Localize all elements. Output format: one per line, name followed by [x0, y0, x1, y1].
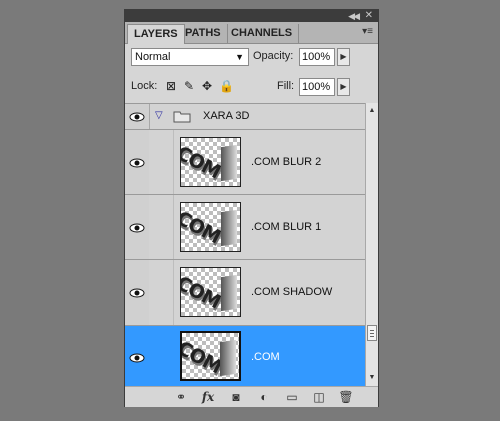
- lock-transparency-icon[interactable]: ⊠: [165, 80, 177, 92]
- fill-field[interactable]: 100%: [299, 78, 335, 96]
- eye-icon[interactable]: [129, 111, 145, 123]
- layer-indent: [149, 130, 174, 194]
- mask-icon[interactable]: ◙: [228, 390, 244, 404]
- layer-name: .COM SHADOW: [251, 286, 333, 298]
- scroll-down-icon[interactable]: ▼: [366, 372, 378, 384]
- lock-label: Lock:: [131, 80, 158, 92]
- layer-row[interactable]: COM .COM SHADOW: [125, 260, 365, 326]
- layers-list: ▽ XARA 3D COM .COM BLUR 2 COM .COM BLUR …: [125, 103, 365, 387]
- folder-icon[interactable]: ▭: [284, 390, 300, 404]
- thumbnail-block: [220, 339, 236, 377]
- opacity-field[interactable]: 100%: [299, 48, 335, 66]
- layer-indent: [149, 326, 173, 387]
- tab-channels[interactable]: CHANNELS: [225, 24, 300, 43]
- layer-row[interactable]: COM .COM BLUR 2: [125, 130, 365, 195]
- layer-name: .COM BLUR 1: [251, 221, 322, 233]
- layer-row[interactable]: COM .COM BLUR 1: [125, 195, 365, 260]
- layer-row-selected[interactable]: COM .COM: [125, 326, 365, 387]
- layer-indent: [149, 260, 174, 325]
- layer-name: .COM BLUR 2: [251, 156, 322, 168]
- link-icon[interactable]: ⚭: [173, 390, 189, 404]
- layer-group-row[interactable]: ▽ XARA 3D: [125, 104, 365, 130]
- opacity-label: Opacity:: [253, 50, 294, 62]
- lock-position-move-icon[interactable]: ✥: [201, 80, 213, 92]
- tab-layers[interactable]: LAYERS: [127, 24, 185, 44]
- layer-thumbnail: COM: [180, 137, 241, 187]
- scroll-up-icon[interactable]: ▲: [366, 105, 378, 117]
- blend-mode-value: Normal: [135, 51, 171, 63]
- layer-name: .COM: [251, 351, 280, 363]
- disclosure-triangle-icon[interactable]: ▽: [155, 110, 163, 121]
- lock-paint-brush-icon[interactable]: ✎: [183, 80, 195, 92]
- eye-icon[interactable]: [129, 157, 145, 169]
- close-icon[interactable]: ✕: [365, 10, 373, 22]
- folder-icon: [173, 111, 191, 123]
- blend-mode-select[interactable]: Normal ▼: [131, 48, 249, 66]
- opacity-slider-button[interactable]: ▶: [337, 48, 350, 66]
- tab-paths[interactable]: PATHS: [179, 24, 228, 43]
- lock-all-padlock-icon[interactable]: 🔒: [219, 80, 234, 92]
- scrollbar-thumb[interactable]: [367, 325, 377, 341]
- panel-tabs: LAYERS PATHS CHANNELS ▾≡: [125, 22, 378, 44]
- thumbnail-block: [221, 209, 237, 247]
- layers-scrollbar[interactable]: ▲ ▼: [365, 103, 378, 386]
- trash-icon[interactable]: 🗑: [338, 390, 354, 404]
- fill-slider-button[interactable]: ▶: [337, 78, 350, 96]
- collapse-icon[interactable]: ◀◀: [348, 10, 360, 22]
- layer-thumbnail: COM: [180, 267, 241, 317]
- eye-icon[interactable]: [129, 352, 145, 364]
- panel-bottom-toolbar: ⚭ fx ◙ ◐ ▭ ◫ 🗑: [125, 386, 378, 407]
- thumbnail-text: COM: [180, 272, 224, 314]
- thumbnail-block: [221, 144, 237, 182]
- layer-group-name: XARA 3D: [203, 110, 250, 122]
- thumbnail-text: COM: [180, 142, 224, 184]
- layers-panel: ◀◀ ✕ LAYERS PATHS CHANNELS ▾≡ Normal ▼ O…: [124, 9, 379, 407]
- layer-thumbnail: COM: [180, 331, 241, 381]
- thumbnail-text: COM: [180, 207, 224, 249]
- new-layer-icon[interactable]: ◫: [311, 390, 327, 404]
- eye-icon[interactable]: [129, 222, 145, 234]
- panel-titlebar: ◀◀ ✕: [125, 10, 378, 22]
- panel-menu-icon[interactable]: ▾≡: [362, 26, 373, 37]
- layer-indent: [149, 195, 174, 259]
- thumbnail-text: COM: [180, 337, 225, 379]
- eye-icon[interactable]: [129, 287, 145, 299]
- chevron-down-icon: ▼: [235, 52, 244, 62]
- adjustment-icon[interactable]: ◐: [256, 390, 272, 404]
- layer-thumbnail: COM: [180, 202, 241, 252]
- fx-icon[interactable]: fx: [200, 390, 216, 404]
- thumbnail-block: [221, 274, 237, 312]
- fill-label: Fill:: [277, 80, 295, 92]
